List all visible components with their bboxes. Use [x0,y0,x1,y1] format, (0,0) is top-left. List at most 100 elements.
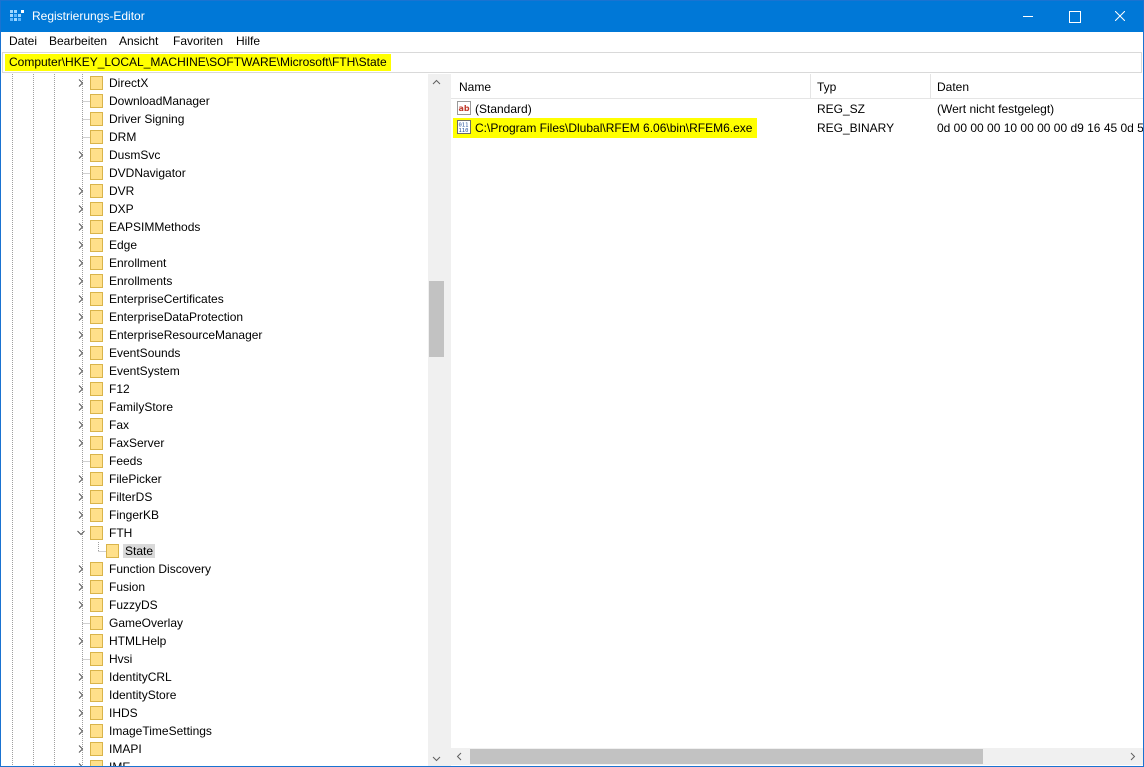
address-bar[interactable]: Computer\HKEY_LOCAL_MACHINE\SOFTWARE\Mic… [2,52,1142,73]
menu-hilfe[interactable]: Hilfe [236,34,260,48]
tree-item[interactable]: DVDNavigator [2,164,428,182]
tree-item[interactable]: Feeds [2,452,428,470]
column-divider[interactable] [810,74,811,99]
chevron-right-icon[interactable] [76,204,86,214]
close-button[interactable] [1097,1,1143,32]
tree-item[interactable]: ImageTimeSettings [2,722,428,740]
chevron-right-icon[interactable] [76,582,86,592]
chevron-right-icon[interactable] [76,366,86,376]
chevron-right-icon[interactable] [76,708,86,718]
tree-item[interactable]: IMAPI [2,740,428,758]
chevron-left-icon [456,752,462,761]
chevron-right-icon[interactable] [76,564,86,574]
tree-item[interactable]: DRM [2,128,428,146]
maximize-button[interactable] [1051,1,1097,32]
list-horizontal-scrollbar[interactable] [451,748,1143,765]
tree-item[interactable]: Hvsi [2,650,428,668]
chevron-right-icon[interactable] [76,726,86,736]
tree-item[interactable]: DownloadManager [2,92,428,110]
value-row[interactable]: ab (Standard) REG_SZ (Wert nicht festgel… [451,99,1143,118]
menu-favoriten[interactable]: Favoriten [173,34,223,48]
minimize-button[interactable] [1005,1,1051,32]
tree-item[interactable]: FamilyStore [2,398,428,416]
tree-item[interactable]: EAPSIMMethods [2,218,428,236]
folder-icon [90,724,103,738]
chevron-right-icon[interactable] [76,600,86,610]
tree-item[interactable]: Enrollment [2,254,428,272]
tree-item[interactable]: F12 [2,380,428,398]
tree-item[interactable]: DirectX [2,74,428,92]
column-header-type[interactable]: Typ [817,80,836,94]
tree-item[interactable]: IME [2,758,428,767]
chevron-right-icon[interactable] [76,294,86,304]
tree-item[interactable]: IdentityCRL [2,668,428,686]
value-row[interactable]: 011 110 C:\Program Files\Dlubal\RFEM 6.0… [451,118,1143,138]
title-bar[interactable]: Registrierungs-Editor [1,1,1143,32]
chevron-right-icon[interactable] [76,330,86,340]
tree-vertical-scrollbar[interactable] [428,74,445,766]
tree-item[interactable]: Enrollments [2,272,428,290]
tree-item[interactable]: FuzzyDS [2,596,428,614]
column-divider[interactable] [930,74,931,99]
tree-item[interactable]: IHDS [2,704,428,722]
tree-item[interactable]: DXP [2,200,428,218]
chevron-right-icon[interactable] [76,474,86,484]
tree-item[interactable]: FaxServer [2,434,428,452]
column-header-name[interactable]: Name [459,80,491,94]
key-tree-pane[interactable]: DirectX DownloadManager Driver Signing DRM D… [2,74,445,767]
scroll-right-button[interactable] [1124,748,1141,765]
list-scroll-thumb[interactable] [470,749,983,764]
chevron-right-icon[interactable] [76,312,86,322]
tree-item[interactable]: Driver Signing [2,110,428,128]
chevron-right-icon[interactable] [76,420,86,430]
tree-item[interactable]: FTH [2,524,428,542]
chevron-right-icon[interactable] [76,510,86,520]
tree-item[interactable]: EnterpriseCertificates [2,290,428,308]
tree-item[interactable]: HTMLHelp [2,632,428,650]
chevron-right-icon[interactable] [76,78,86,88]
chevron-right-icon[interactable] [76,150,86,160]
tree-item[interactable]: EventSounds [2,344,428,362]
column-header-data[interactable]: Daten [937,80,969,94]
tree-item[interactable]: FingerKB [2,506,428,524]
tree-item[interactable]: Fax [2,416,428,434]
chevron-right-icon[interactable] [76,690,86,700]
tree-scroll-thumb[interactable] [429,281,444,357]
tree-item[interactable]: DusmSvc [2,146,428,164]
chevron-right-icon[interactable] [76,240,86,250]
scroll-up-button[interactable] [428,74,445,91]
tree-item[interactable]: EnterpriseResourceManager [2,326,428,344]
scroll-left-button[interactable] [451,748,468,765]
tree-item[interactable]: Edge [2,236,428,254]
menu-ansicht[interactable]: Ansicht [119,34,158,48]
tree-item[interactable]: State [2,542,428,560]
chevron-right-icon[interactable] [76,276,86,286]
tree-item[interactable]: IdentityStore [2,686,428,704]
tree-item[interactable]: EventSystem [2,362,428,380]
menu-bearbeiten[interactable]: Bearbeiten [49,34,107,48]
tree-item[interactable]: GameOverlay [2,614,428,632]
tree-item[interactable]: Fusion [2,578,428,596]
tree-item[interactable]: FilterDS [2,488,428,506]
tree-item[interactable]: Function Discovery [2,560,428,578]
tree-item[interactable]: DVR [2,182,428,200]
chevron-right-icon[interactable] [76,636,86,646]
chevron-right-icon[interactable] [76,492,86,502]
menu-datei[interactable]: Datei [9,34,37,48]
chevron-right-icon[interactable] [76,402,86,412]
tree-item[interactable]: EnterpriseDataProtection [2,308,428,326]
chevron-right-icon[interactable] [76,384,86,394]
chevron-right-icon[interactable] [76,348,86,358]
chevron-right-icon[interactable] [76,222,86,232]
values-list-pane[interactable]: Name Typ Daten ab (Standard) REG_SZ (Wer… [451,74,1143,766]
scroll-down-button[interactable] [428,750,445,766]
chevron-right-icon[interactable] [76,672,86,682]
chevron-down-icon[interactable] [76,528,86,538]
chevron-right-icon[interactable] [76,186,86,196]
chevron-right-icon[interactable] [76,438,86,448]
tree-item[interactable]: FilePicker [2,470,428,488]
address-path[interactable]: Computer\HKEY_LOCAL_MACHINE\SOFTWARE\Mic… [5,54,391,71]
chevron-right-icon[interactable] [76,744,86,754]
chevron-right-icon[interactable] [76,762,86,767]
chevron-right-icon[interactable] [76,258,86,268]
